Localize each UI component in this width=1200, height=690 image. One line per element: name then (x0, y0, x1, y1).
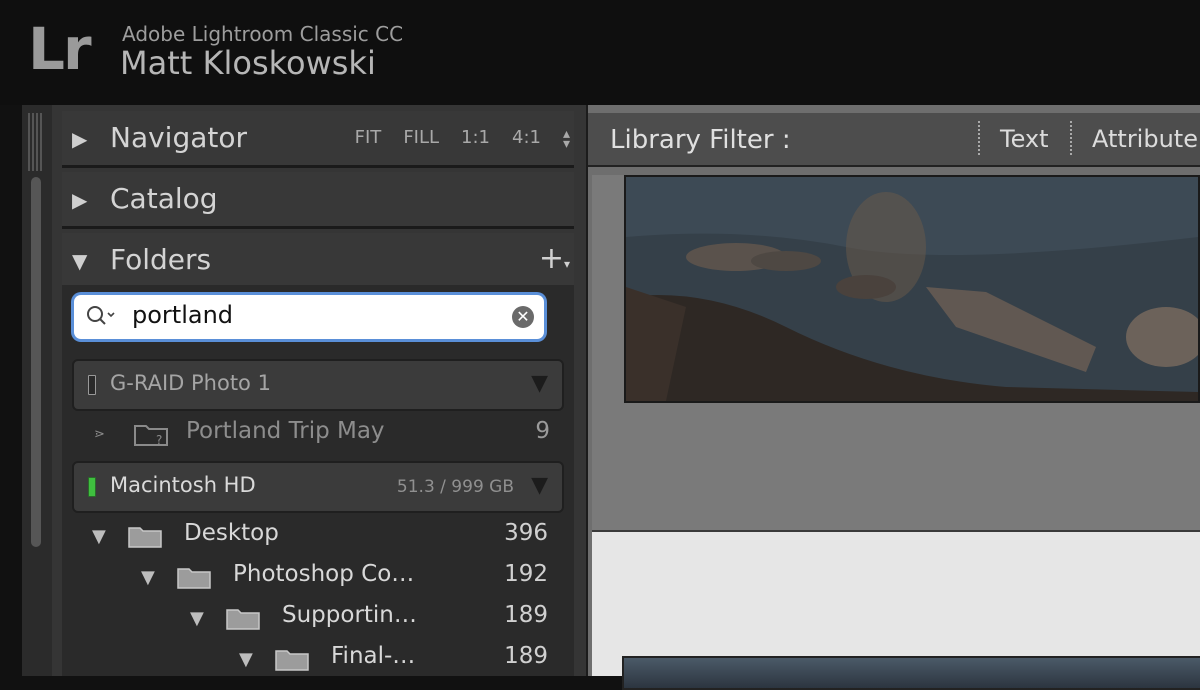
folder-search-input[interactable]: portland ✕ (74, 295, 544, 339)
volume-name: G-RAID Photo 1 (110, 371, 271, 395)
expand-triangle-icon[interactable]: ▶ (72, 127, 87, 151)
app-name: Adobe Lightroom Classic CC (122, 22, 404, 46)
grid-cell[interactable] (592, 532, 1200, 690)
photo-thumbnail[interactable] (622, 656, 1200, 690)
zoom-stepper-icon[interactable]: ▴ ▾ (563, 127, 570, 151)
folder-count: 396 (504, 520, 548, 546)
disclosure-dotted-icon[interactable]: ⋗ (94, 427, 105, 442)
missing-folder-icon: ? (134, 425, 168, 446)
folder-icon (128, 527, 162, 548)
folder-row-photoshop[interactable]: ▼ Photoshop Co… 192 (141, 559, 552, 597)
navigator-header[interactable]: ▶ Navigator FIT FILL 1:1 4:1 ▴ ▾ (62, 111, 574, 165)
divider (1070, 121, 1072, 155)
folder-row-desktop[interactable]: ▼ Desktop 396 (92, 518, 552, 556)
filter-text-option[interactable]: Text (1000, 125, 1049, 153)
volume-menu-icon[interactable]: ▼ (531, 473, 548, 498)
folder-icon (177, 568, 211, 589)
folder-name: Desktop (184, 520, 279, 546)
library-filter-bar: Library Filter : Text Attribute (588, 113, 1200, 167)
navigator-zoom-options: FIT FILL 1:1 4:1 ▴ ▾ (355, 127, 570, 151)
navigator-title: Navigator (110, 121, 248, 154)
collapse-triangle-icon[interactable]: ▼ (190, 608, 204, 629)
volume-status-icon (88, 477, 96, 497)
photo-thumbnail[interactable] (624, 175, 1200, 403)
folder-count: 189 (504, 643, 548, 669)
volume-name: Macintosh HD (110, 473, 256, 497)
volume-g-raid[interactable]: G-RAID Photo 1 ▼ (72, 359, 564, 411)
collapse-triangle-icon[interactable]: ▼ (141, 567, 155, 588)
library-grid-area: Library Filter : Text Attribute (588, 105, 1200, 690)
add-folder-icon[interactable]: +▾ (539, 241, 570, 276)
search-icon[interactable] (86, 305, 118, 332)
zoom-4-1[interactable]: 4:1 (512, 127, 541, 149)
divider (62, 226, 574, 229)
folders-title: Folders (110, 243, 212, 276)
collapse-triangle-icon[interactable]: ▼ (92, 526, 106, 547)
volume-status-icon (88, 375, 96, 395)
catalog-header[interactable]: ▶ Catalog (62, 172, 574, 226)
folder-count: 189 (504, 602, 548, 628)
identity-plate: Lr Adobe Lightroom Classic CC Matt Klosk… (0, 0, 1200, 105)
grip-handle-icon[interactable] (28, 113, 44, 171)
volume-macintosh-hd[interactable]: Macintosh HD 51.3 / 999 GB ▼ (72, 461, 564, 513)
search-value[interactable]: portland (132, 301, 233, 329)
zoom-fill[interactable]: FILL (403, 127, 439, 149)
folder-icon (226, 609, 260, 630)
panel-scrollbar[interactable] (31, 177, 41, 547)
expand-triangle-icon[interactable]: ▶ (72, 188, 87, 212)
folders-header[interactable]: ▼ Folders +▾ (62, 233, 574, 287)
collapse-triangle-icon[interactable]: ▼ (239, 649, 253, 670)
volume-menu-icon[interactable]: ▼ (531, 371, 548, 396)
clear-search-icon[interactable]: ✕ (512, 306, 534, 328)
folder-name: Photoshop Co… (233, 561, 415, 587)
folder-row-supporting[interactable]: ▼ Supportin… 189 (190, 600, 552, 638)
folder-count: 192 (504, 561, 548, 587)
folder-name: Portland Trip May (186, 418, 385, 444)
user-name: Matt Kloskowski (120, 44, 376, 82)
volume-size: 51.3 / 999 GB (396, 477, 514, 497)
panel-edge-strip[interactable] (22, 105, 53, 676)
folder-name: Supportin… (282, 602, 417, 628)
folder-count: 9 (535, 418, 550, 444)
zoom-fit[interactable]: FIT (355, 127, 382, 149)
svg-text:?: ? (156, 433, 162, 446)
filter-attribute-option[interactable]: Attribute (1092, 125, 1198, 153)
divider (978, 121, 980, 155)
catalog-title: Catalog (110, 182, 218, 215)
folder-name: Final-… (331, 643, 416, 669)
lightroom-logo: Lr (28, 15, 92, 83)
library-filter-label: Library Filter : (610, 125, 791, 155)
divider (62, 165, 574, 168)
zoom-1-1[interactable]: 1:1 (461, 127, 490, 149)
folder-icon (275, 650, 309, 671)
left-panel: ▶ Navigator FIT FILL 1:1 4:1 ▴ ▾ ▶ Catalo… (52, 105, 588, 676)
folder-row-final[interactable]: ▼ Final-… 189 (239, 641, 552, 679)
collapse-triangle-icon[interactable]: ▼ (72, 249, 87, 273)
folder-row-offline[interactable]: ⋗ ? Portland Trip May 9 (94, 416, 554, 454)
